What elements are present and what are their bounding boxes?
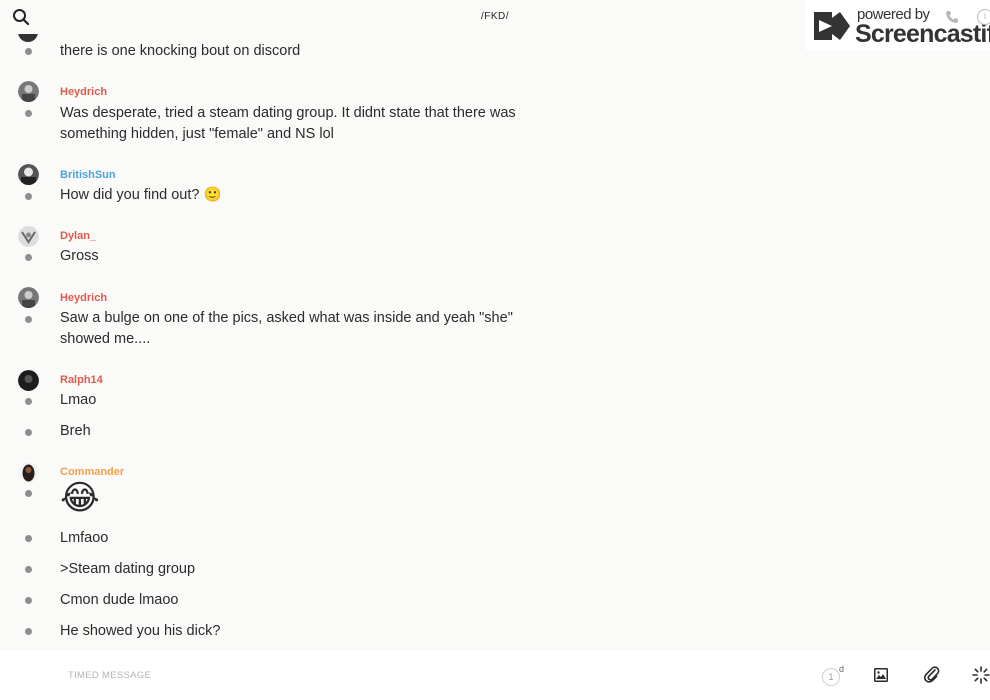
timer-button[interactable]: 1 d (822, 664, 848, 688)
avatar[interactable] (18, 81, 39, 102)
message-text: Cmon dude lmaoo (60, 592, 179, 608)
message-text: there is one knocking bout on discord (60, 43, 301, 59)
paperclip-icon[interactable] (923, 666, 941, 684)
username[interactable]: Dylan_ (60, 230, 96, 242)
image-icon[interactable] (873, 667, 890, 684)
composer-input-placeholder[interactable]: TIMED MESSAGE (68, 670, 151, 681)
message-text: >Steam dating group (60, 561, 196, 577)
watermark-brand-text: Screencastify (855, 20, 990, 48)
timer-value: 1 (822, 668, 840, 686)
screencastify-watermark: powered by Screencastify i (805, 0, 990, 50)
avatar[interactable] (18, 226, 39, 247)
phone-icon[interactable] (945, 10, 959, 29)
avatar[interactable] (18, 164, 39, 185)
message-dot (25, 110, 32, 117)
info-icon[interactable]: i (977, 9, 990, 25)
message-dot (25, 490, 32, 497)
message-dot (25, 628, 32, 635)
message-dot (25, 316, 32, 323)
message-dot (25, 566, 32, 573)
message-dot (25, 429, 32, 436)
message-text: How did you find out? 🙂 (60, 187, 222, 203)
username[interactable]: Heydrich (60, 86, 107, 98)
username[interactable]: BritishSun (60, 169, 116, 181)
avatar[interactable] (18, 287, 39, 308)
message-dot (25, 193, 32, 200)
avatar[interactable] (18, 462, 39, 483)
timer-unit: d (839, 664, 845, 674)
username[interactable]: Commander (60, 466, 124, 478)
message-text: Lmfaoo (60, 530, 109, 546)
username[interactable]: Ralph14 (60, 374, 103, 386)
message-dot (25, 597, 32, 604)
message-composer[interactable]: TIMED MESSAGE 1 d (0, 651, 990, 700)
message-emoji: 😂 (60, 479, 100, 517)
message-dot (25, 535, 32, 542)
message-text: Was desperate, tried a steam dating grou… (60, 105, 516, 142)
message-list[interactable]: there is one knocking bout on discord He… (0, 0, 990, 650)
avatar[interactable] (18, 370, 39, 391)
message-text: Lmao (60, 392, 97, 408)
message-text: Gross (60, 248, 99, 264)
message-dot (25, 48, 32, 55)
message-text: Saw a bulge on one of the pics, asked wh… (60, 310, 513, 347)
message-text: He showed you his dick? (60, 623, 221, 639)
screencastify-logo-icon (810, 8, 854, 49)
username[interactable]: Heydrich (60, 292, 107, 304)
message-dot (25, 398, 32, 405)
message-dot (25, 254, 32, 261)
message-text: Breh (60, 423, 91, 439)
sparkle-icon[interactable] (972, 666, 990, 684)
